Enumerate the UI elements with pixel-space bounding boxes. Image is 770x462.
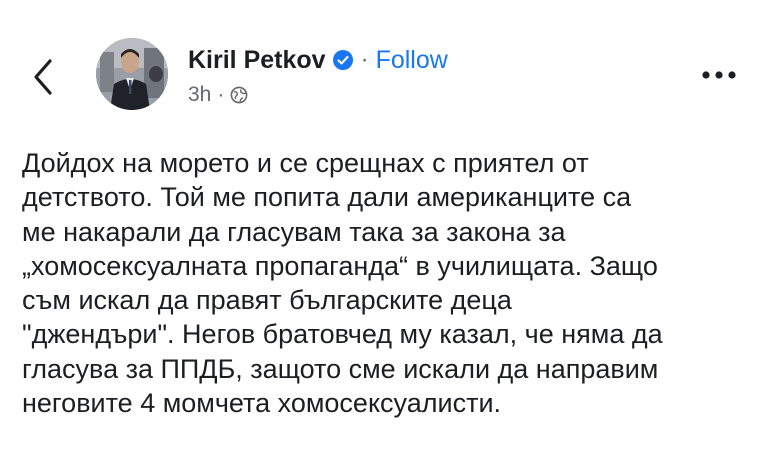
post-text-line: „хомосексуалната пропаганда“ в училищата… — [22, 250, 658, 281]
more-options-button[interactable] — [696, 64, 742, 86]
timestamp[interactable]: 3h — [188, 83, 211, 107]
more-horizontal-icon — [702, 71, 736, 79]
author-name[interactable]: Kiril Petkov — [188, 46, 326, 75]
profile-photo — [96, 38, 168, 110]
post-text-line: гласува за ППДБ, защото сме искали да на… — [22, 353, 659, 384]
post-text-line: детството. Той ме попита дали американци… — [22, 182, 632, 213]
back-button[interactable] — [24, 55, 60, 99]
meta-separator-dot: · — [217, 83, 225, 106]
post-text-line: ме накарали да гласувам така за закона з… — [22, 216, 566, 247]
post-text-line: неговите 4 момчета хомосексуалисти. — [22, 388, 502, 419]
chevron-left-icon — [34, 59, 52, 95]
post-text-line: съм искал да правят българските деца — [22, 285, 512, 316]
post-meta: 3h · — [188, 82, 248, 108]
post-text-line: "джендъри". Негов братовчед му казал, че… — [22, 319, 663, 350]
post-text-line: Дойдох на морето и се срещнах с приятел … — [22, 148, 589, 178]
globe-icon[interactable] — [230, 86, 248, 104]
separator-dot: · — [360, 46, 369, 73]
avatar[interactable] — [96, 38, 168, 110]
follow-button[interactable]: Follow — [376, 46, 448, 75]
verified-badge-icon — [332, 50, 353, 70]
post-body: Дойдох на морето и се срещнах с приятел … — [22, 146, 762, 420]
post-header: Kiril Petkov · Follow — [188, 43, 448, 77]
